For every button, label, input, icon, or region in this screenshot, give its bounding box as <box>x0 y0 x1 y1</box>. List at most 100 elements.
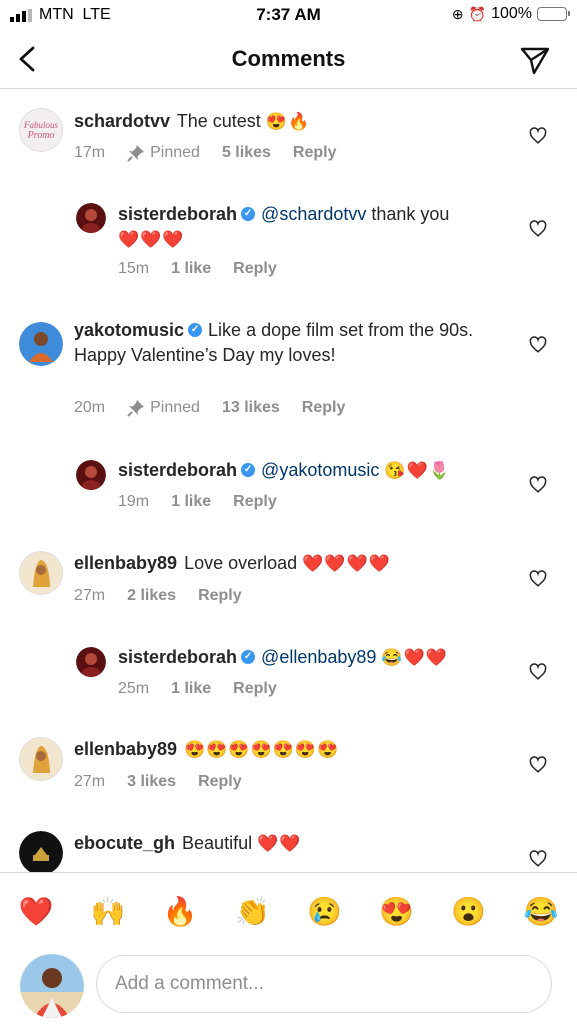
avatar[interactable] <box>19 737 63 781</box>
comment-emojis: 😘❤️🌷 <box>384 461 451 480</box>
avatar[interactable] <box>19 322 63 366</box>
battery-icon <box>537 7 570 21</box>
comment-username[interactable]: yakotomusic <box>74 320 184 340</box>
pin-icon <box>127 145 145 162</box>
emoji-quick-bar: ❤️ 🙌 🔥 👏 😢 😍 😮 😂 <box>0 872 577 949</box>
comment-username[interactable]: sisterdeborah <box>118 647 237 667</box>
like-heart-icon[interactable] <box>529 663 547 681</box>
comment-text: ellenbaby89 😍😍😍😍😍😍😍 <box>74 737 497 762</box>
comment-likes[interactable]: 1 like <box>171 493 211 511</box>
comment-text: sisterdeborah ✓ @yakotomusic 😘❤️🌷 <box>118 458 497 483</box>
comment-likes[interactable]: 1 like <box>171 680 211 698</box>
avatar[interactable] <box>19 551 63 595</box>
comment-time: 20m <box>74 399 106 416</box>
comment-time: 27m <box>74 587 106 604</box>
avatar[interactable] <box>76 203 106 233</box>
avatar[interactable] <box>76 460 106 490</box>
like-heart-icon[interactable] <box>529 850 547 868</box>
comment-meta: 27m 3 likes Reply <box>74 773 242 791</box>
avatar[interactable] <box>76 647 106 677</box>
like-heart-icon[interactable] <box>529 756 547 774</box>
comment-username[interactable]: sisterdeborah <box>118 460 237 480</box>
emoji-red-heart[interactable]: ❤️ <box>19 895 54 928</box>
comment-input-bar <box>0 950 577 1024</box>
page-title: Comments <box>231 46 346 71</box>
comment-meta: 17m Pinned 5 likes Reply <box>74 144 336 162</box>
like-heart-icon[interactable] <box>529 220 547 238</box>
comment-likes[interactable]: 13 likes <box>222 399 280 417</box>
comment-likes[interactable]: 1 like <box>171 260 211 278</box>
comment-likes[interactable]: 3 likes <box>127 773 176 791</box>
reply-button[interactable]: Reply <box>233 260 277 278</box>
reply-button[interactable]: Reply <box>233 680 277 698</box>
comment-body: Like a dope film set from the 90s. <box>208 320 474 340</box>
share-icon[interactable] <box>519 44 551 76</box>
comment-text: yakotomusic ✓ Like a dope film set from th… <box>74 318 497 368</box>
comment-body: The cutest <box>176 111 261 131</box>
comment-username[interactable]: ellenbaby89 <box>74 739 177 759</box>
emoji-heart-eyes[interactable]: 😍 <box>379 895 414 928</box>
comment-username[interactable]: sisterdeborah <box>118 204 237 224</box>
current-user-avatar <box>20 954 84 1018</box>
like-heart-icon[interactable] <box>529 476 547 494</box>
comment-time: 15m <box>118 260 150 277</box>
emoji-surprised[interactable]: 😮 <box>451 895 486 928</box>
comment-username[interactable]: ebocute_gh <box>74 833 175 853</box>
verified-badge-icon: ✓ <box>188 322 203 337</box>
comment-item: ellenbaby89 Love overload ❤️❤️❤️❤️ 27m 2… <box>0 543 577 623</box>
reply-button[interactable]: Reply <box>302 399 346 417</box>
comments-header: Comments <box>0 36 577 89</box>
like-heart-icon[interactable] <box>529 570 547 588</box>
comment-emojis: ❤️❤️❤️❤️ <box>302 554 391 573</box>
comment-meta: 27m 2 likes Reply <box>74 587 242 605</box>
reply-button[interactable]: Reply <box>233 493 277 511</box>
verified-badge-icon: ✓ <box>241 649 256 664</box>
comment-username[interactable]: ellenbaby89 <box>74 553 177 573</box>
reply-button[interactable]: Reply <box>293 144 337 162</box>
emoji-fire[interactable]: 🔥 <box>163 895 198 928</box>
comment-text: ellenbaby89 Love overload ❤️❤️❤️❤️ <box>74 551 497 576</box>
comment-text: sisterdeborah ✓ @ellenbaby89 😂❤️❤️ <box>118 645 497 670</box>
like-heart-icon[interactable] <box>529 336 547 354</box>
comment-time: 27m <box>74 773 106 790</box>
emoji-crying[interactable]: 😢 <box>307 895 342 928</box>
status-bar: MTN LTE 7:37 AM ⊕ ⏰ 100% <box>0 0 577 30</box>
emoji-laughing[interactable]: 😂 <box>524 895 559 928</box>
comment-meta: 25m 1 like Reply <box>118 680 277 698</box>
reply-button[interactable]: Reply <box>198 773 242 791</box>
comment-time: 17m <box>74 144 106 161</box>
emoji-raising-hands[interactable]: 🙌 <box>91 895 126 928</box>
comment-item: Fabulous Promo schardotvv The cutest 😍🔥 … <box>0 100 577 190</box>
comment-mention[interactable]: @yakotomusic <box>261 460 379 480</box>
comment-item: ellenbaby89 😍😍😍😍😍😍😍 27m 3 likes Reply <box>0 729 577 809</box>
comment-meta: 20m Pinned 13 likes Reply <box>74 399 345 417</box>
avatar[interactable] <box>19 831 63 872</box>
comment-emojis: 😍🔥 <box>265 112 311 131</box>
comment-body: Beautiful <box>182 833 253 853</box>
pinned-label: Pinned <box>127 144 200 162</box>
like-heart-icon[interactable] <box>529 127 547 145</box>
comment-emojis: 😍😍😍😍😍😍😍 <box>184 740 340 759</box>
comment-text: schardotvv The cutest 😍🔥 <box>74 109 497 134</box>
comment-emojis: ❤️❤️❤️ <box>118 230 185 249</box>
comment-mention[interactable]: @ellenbaby89 <box>261 647 376 667</box>
battery-percent: 100% <box>491 5 532 22</box>
avatar[interactable]: Fabulous Promo <box>19 108 63 152</box>
comment-input[interactable] <box>96 955 552 1013</box>
comment-emojis: 😂❤️❤️ <box>381 648 448 667</box>
svg-text:Promo: Promo <box>27 130 55 141</box>
comment-meta: 19m 1 like Reply <box>118 493 277 511</box>
comment-username[interactable]: schardotvv <box>74 111 170 131</box>
pin-icon <box>127 400 145 417</box>
comment-likes[interactable]: 2 likes <box>127 587 176 605</box>
emoji-clapping[interactable]: 👏 <box>235 895 270 928</box>
reply-button[interactable]: Reply <box>198 587 242 605</box>
comment-likes[interactable]: 5 likes <box>222 144 271 162</box>
reply-item: sisterdeborah ✓ @ellenbaby89 😂❤️❤️ 25m 1 l… <box>0 637 577 707</box>
rotation-lock-icon: ⊕ <box>451 5 464 22</box>
comment-body: thank you <box>371 204 450 224</box>
comment-time: 19m <box>118 493 150 510</box>
verified-badge-icon: ✓ <box>241 462 256 477</box>
status-right: ⊕ ⏰ 100% <box>451 5 570 23</box>
comment-mention[interactable]: @schardotvv <box>261 204 366 224</box>
